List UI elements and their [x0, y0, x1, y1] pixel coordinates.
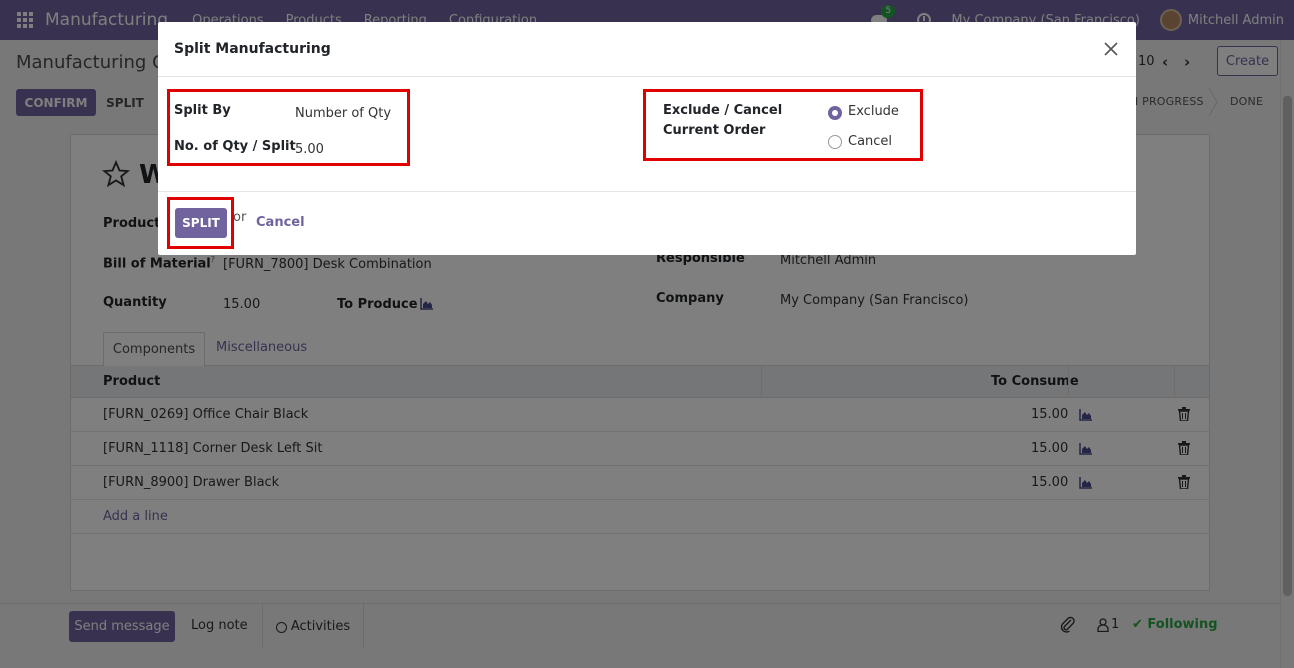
- split-by-field[interactable]: Number of Qty: [295, 106, 391, 121]
- radio-cancel[interactable]: [828, 135, 842, 149]
- split-dialog: Split Manufacturing Split By Number of Q…: [158, 22, 1136, 255]
- dialog-footer-divider: [158, 191, 1136, 192]
- qty-per-split-label: No. of Qty / Split: [174, 139, 296, 154]
- or-text: or: [233, 210, 247, 225]
- close-icon[interactable]: [1103, 41, 1119, 57]
- dialog-header: Split Manufacturing: [158, 22, 1136, 77]
- dialog-title: Split Manufacturing: [174, 41, 331, 57]
- cancel-button[interactable]: Cancel: [256, 215, 305, 230]
- radio-exclude-label[interactable]: Exclude: [848, 104, 899, 119]
- qty-per-split-field[interactable]: 5.00: [295, 142, 324, 157]
- split-by-label: Split By: [174, 103, 231, 118]
- radio-cancel-label[interactable]: Cancel: [848, 134, 892, 149]
- exclude-cancel-label: Exclude / Cancel Current Order: [663, 103, 783, 138]
- split-button[interactable]: SPLIT: [175, 208, 227, 238]
- radio-exclude[interactable]: [828, 106, 842, 120]
